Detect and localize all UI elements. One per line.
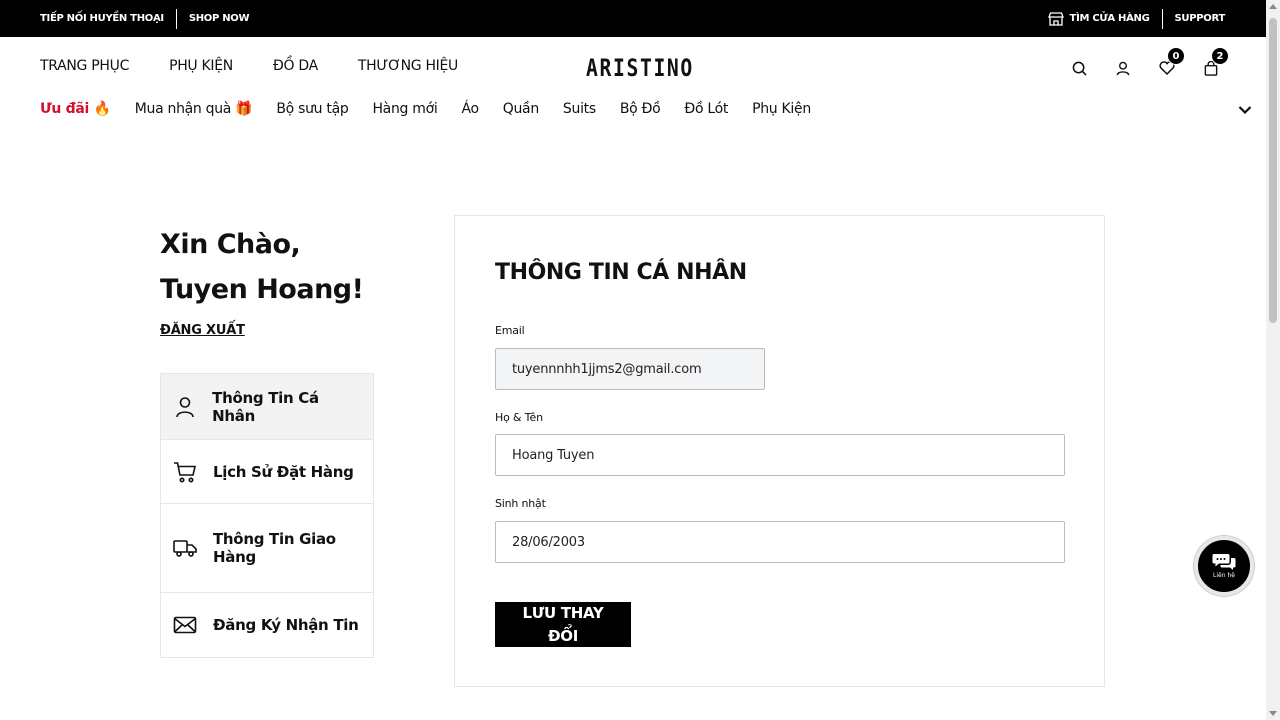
main-nav-item[interactable]: PHỤ KIỆN <box>169 58 233 74</box>
main-nav-item[interactable]: ĐỒ DA <box>273 58 318 74</box>
subnav-item-sets[interactable]: Bộ Đồ <box>620 101 661 117</box>
subnav-item-deals[interactable]: Ưu đãi 🔥 <box>40 101 111 117</box>
subnav-item-gift[interactable]: Mua nhận quà 🎁 <box>135 101 253 117</box>
mail-icon <box>173 616 197 634</box>
main-nav-item[interactable]: THƯƠNG HIỆU <box>358 58 458 74</box>
chat-label: Liên hệ <box>1213 572 1235 579</box>
divider <box>175 8 177 29</box>
search-icon <box>1072 61 1087 76</box>
header-icons: 0 2 <box>1070 47 1229 80</box>
page-scrollbar[interactable] <box>1266 0 1280 720</box>
email-field: tuyennnhh1jjms2@gmail.com <box>495 348 765 390</box>
subnav-item-underwear[interactable]: Đồ Lót <box>684 101 728 117</box>
subnav-expand-button[interactable] <box>1238 100 1252 119</box>
menu-item-newsletter[interactable]: Đăng Ký Nhận Tin <box>161 593 373 657</box>
birthday-label: Sinh nhật <box>495 497 546 510</box>
menu-item-shipping[interactable]: Thông Tin Giao Hàng <box>161 504 373 593</box>
wishlist-button[interactable]: 0 <box>1158 47 1185 80</box>
user-name: Tuyen Hoang! <box>160 274 364 305</box>
search-button[interactable] <box>1070 56 1088 80</box>
birthday-field[interactable]: 28/06/2003 <box>495 521 1065 563</box>
scrollbar-thumb[interactable] <box>1269 18 1277 323</box>
main-nav-item[interactable]: TRANG PHỤC <box>40 58 129 74</box>
find-store-link[interactable]: TÌM CỬA HÀNG <box>1047 11 1150 26</box>
subnav-item-pants[interactable]: Quần <box>503 101 539 117</box>
menu-item-profile[interactable]: Thông Tin Cá Nhân <box>161 374 373 440</box>
email-label: Email <box>495 324 525 337</box>
account-button[interactable] <box>1114 56 1132 80</box>
menu-item-label: Lịch Sử Đặt Hàng <box>213 462 354 481</box>
menu-item-orders[interactable]: Lịch Sử Đặt Hàng <box>161 440 373 504</box>
menu-item-label: Thông Tin Giao Hàng <box>213 530 336 566</box>
save-button[interactable]: LƯU THAY ĐỔI <box>495 602 631 647</box>
brand-logo[interactable]: ARISTINO <box>586 54 694 82</box>
name-label: Họ & Tên <box>495 411 543 424</box>
subnav-item-suits[interactable]: Suits <box>563 101 596 117</box>
scroll-up-arrow-icon[interactable] <box>1269 4 1277 9</box>
name-field[interactable]: Hoang Tuyen <box>495 434 1065 476</box>
subnav-item-accessories[interactable]: Phụ Kiện <box>752 101 811 117</box>
subnav-item-new[interactable]: Hàng mới <box>372 101 437 117</box>
divider <box>1161 8 1163 29</box>
cart-icon <box>173 461 197 483</box>
top-slogan: TIẾP NỐI HUYỀN THOẠI <box>40 13 164 24</box>
chevron-down-icon <box>1238 106 1252 115</box>
main-nav: TRANG PHỤC PHỤ KIỆN ĐỒ DA THƯƠNG HIỆU <box>40 58 458 74</box>
cart-count-badge: 2 <box>1211 47 1229 65</box>
account-menu: Thông Tin Cá Nhân Lịch Sử Đặt Hàng Thông… <box>160 373 374 658</box>
greeting: Xin Chào, Tuyen Hoang! <box>160 222 364 312</box>
profile-card: THÔNG TIN CÁ NHÂN Email tuyennnhh1jjms2@… <box>454 215 1105 687</box>
sub-nav: Ưu đãi 🔥 Mua nhận quà 🎁 Bộ sưu tập Hàng … <box>40 101 811 117</box>
scroll-down-arrow-icon[interactable] <box>1269 711 1277 716</box>
truck-icon <box>173 539 197 557</box>
subnav-item-shirts[interactable]: Áo <box>461 101 479 117</box>
user-icon <box>173 396 196 418</box>
top-bar: TIẾP NỐI HUYỀN THOẠI SHOP NOW TÌM CỬA HÀ… <box>0 0 1280 37</box>
menu-item-label: Đăng Ký Nhận Tin <box>213 616 359 634</box>
page-title: THÔNG TIN CÁ NHÂN <box>495 260 747 285</box>
store-icon <box>1047 11 1064 26</box>
logout-link[interactable]: ĐĂNG XUẤT <box>160 323 245 338</box>
find-store-label: TÌM CỬA HÀNG <box>1069 13 1150 24</box>
shop-now-link[interactable]: SHOP NOW <box>189 13 250 24</box>
menu-item-label: Thông Tin Cá Nhân <box>212 388 319 425</box>
wishlist-count-badge: 0 <box>1167 47 1185 65</box>
subnav-item-collection[interactable]: Bộ sưu tập <box>276 101 348 117</box>
chat-icon <box>1212 554 1236 570</box>
cart-button[interactable]: 2 <box>1202 47 1229 80</box>
support-link[interactable]: SUPPORT <box>1175 13 1226 24</box>
greeting-line: Xin Chào, <box>160 229 301 260</box>
user-icon <box>1116 61 1130 75</box>
contact-chat-button[interactable]: Liên hệ <box>1194 536 1254 596</box>
